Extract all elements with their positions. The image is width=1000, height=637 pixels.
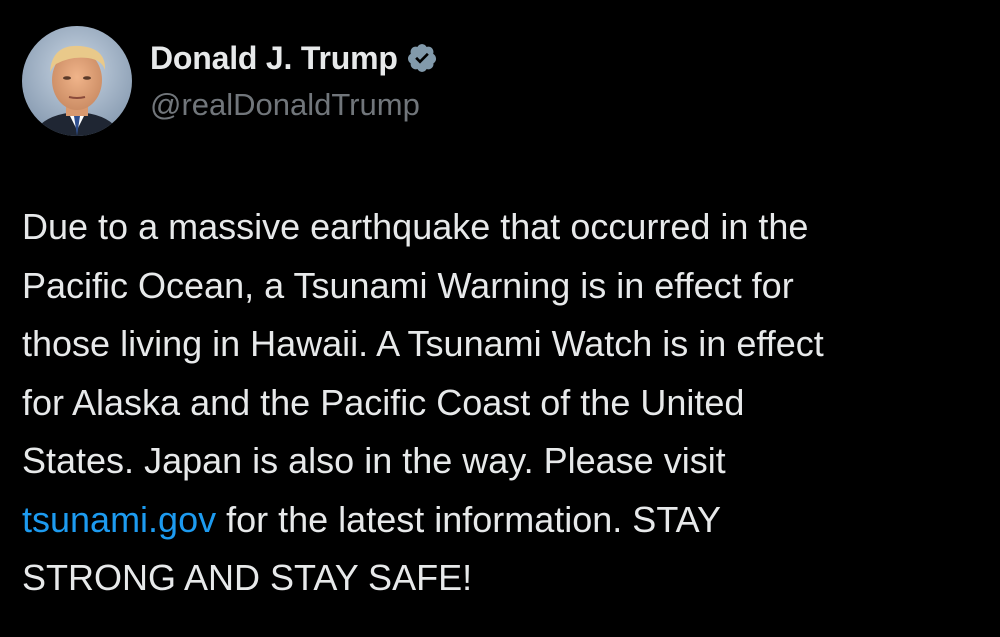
tweet-header: Donald J. Trump @realDonaldTrump [22, 26, 438, 136]
tweet-text-line-with-link: tsunami.gov for the latest information. … [22, 491, 982, 550]
tweet-text: Due to a massive earthquake that occurre… [22, 198, 982, 608]
author-info: Donald J. Trump @realDonaldTrump [150, 35, 438, 127]
tsunami-gov-link[interactable]: tsunami.gov [22, 499, 216, 540]
verified-badge-icon [406, 42, 438, 74]
tweet-text-after-link: for the latest information. STAY [216, 498, 721, 540]
profile-avatar[interactable] [22, 26, 132, 136]
tweet-card: Donald J. Trump @realDonaldTrump Due to … [0, 0, 1000, 637]
tweet-text-line: Pacific Ocean, a Tsunami Warning is in e… [22, 264, 794, 306]
tweet-text-line: those living in Hawaii. A Tsunami Watch … [22, 323, 824, 364]
author-display-name[interactable]: Donald J. Trump [150, 40, 398, 77]
author-handle[interactable]: @realDonaldTrump [150, 83, 438, 127]
tweet-text-line: States. Japan is also in the way. Please… [22, 440, 726, 481]
tweet-text-line: STRONG AND STAY SAFE! [22, 557, 473, 598]
tweet-text-line: Due to a massive earthquake that occurre… [22, 206, 809, 247]
name-row: Donald J. Trump [150, 35, 438, 81]
tweet-text-line: for Alaska and the Pacific Coast of the … [22, 381, 745, 423]
